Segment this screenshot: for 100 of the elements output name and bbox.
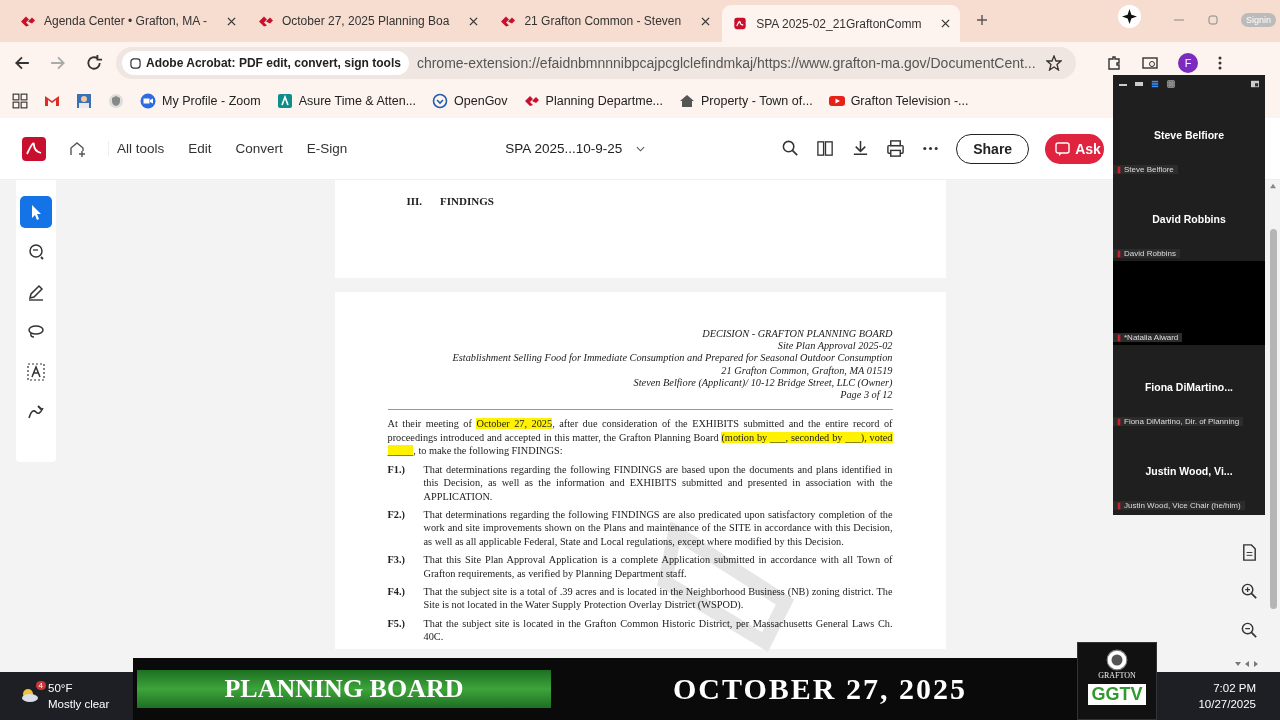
zoom-in-icon[interactable] [1239, 582, 1259, 601]
participant-name: Steve Belfiore [1153, 128, 1225, 141]
site-logo-icon [500, 14, 517, 28]
bookmark[interactable]: Asure Time & Atten... [276, 93, 417, 109]
comment-icon [26, 242, 46, 262]
mail-icon[interactable] [44, 93, 60, 109]
cloud-moon-icon [20, 687, 40, 703]
finding-label: F2.) [387, 507, 406, 522]
chevron-down-icon[interactable] [636, 145, 646, 152]
window-layout-icon[interactable] [1250, 80, 1260, 88]
new-tab-icon[interactable] [976, 14, 989, 26]
bookmark[interactable]: My Profile - Zoom [140, 93, 261, 109]
finding-text: That the subject site is a total of .39 acres and is located in the Neighborhood Business (NB) zoning district. The Site is not located in the Water Supply Protection Overlay District (WSPOD). [423, 584, 893, 612]
participant-label: Justin Wood, Vice Chair (he/him) [1113, 501, 1245, 510]
acrobat-logo-icon[interactable] [22, 136, 46, 161]
seal-icon [1106, 649, 1128, 671]
print-icon[interactable] [886, 139, 906, 158]
star-icon[interactable] [1046, 55, 1062, 71]
list-view-icon[interactable] [1150, 80, 1160, 88]
share-button[interactable]: Share [956, 133, 1030, 164]
reload-icon[interactable] [86, 55, 102, 71]
more-icon[interactable] [1218, 55, 1222, 71]
site-logo-icon [20, 14, 36, 28]
header-line: Page 3 of 12 [839, 389, 893, 402]
finding-text: That determinations regarding the following FINDINGS are based upon the documents and plans identified in this Decision, as well as the information and EXHIBITS submitted and presented in association with the APPLICATION. [423, 462, 893, 503]
search-icon[interactable] [781, 139, 801, 158]
cast-search-icon[interactable] [1142, 55, 1158, 71]
browser-tab[interactable]: October 27, 2025 Planning Boa [247, 5, 489, 37]
section-number: III. [406, 195, 423, 207]
participant-name: Fiona DiMartino... [1143, 380, 1235, 393]
header-line: Steven Belfiore (Applicant)/ 10-12 Bridge Street, LLC (Owner) [632, 376, 893, 389]
notification-badge: 4 [35, 681, 46, 690]
circle-logo-icon [432, 93, 449, 109]
close-icon[interactable] [226, 16, 236, 26]
menu-item[interactable]: E-Sign [306, 141, 348, 156]
participant-name: Justin Wood, Vi... [1144, 464, 1234, 477]
grid-view-icon[interactable] [1166, 80, 1176, 88]
browser-tab[interactable]: Agenda Center • Grafton, MA - [10, 5, 246, 37]
finding-label: F5.) [387, 616, 406, 631]
bookmark[interactable]: Property - Town of... [679, 93, 813, 109]
finding-text: That determinations regarding the following FINDINGS are also predicated upon satisfactory completion of the work and site improvements shown on the Plans and maintenance of the SITE in accordance with this Decision, as well as all applicable Federal, State and Local regulations, except where modified by this Decision. [423, 507, 893, 549]
participant-label: *Natalia Alward [1113, 333, 1183, 342]
finding-label: F1.) [387, 462, 406, 477]
participant-label: Fiona DiMartino, Dir. of Planning [1113, 417, 1244, 426]
zoom-out-icon[interactable] [1239, 621, 1259, 640]
muted-mic-icon [1117, 249, 1121, 258]
participant-name: David Robbins [1151, 212, 1227, 225]
section-heading: FINDINGS [440, 195, 494, 207]
finding-text: That the subject site is located in the Grafton Common Historic District, per Massachusetts General Laws Ch. 40C. [423, 616, 893, 644]
back-icon[interactable] [14, 55, 30, 71]
bookmark[interactable]: Planning Departme... [523, 93, 663, 109]
close-icon[interactable] [701, 16, 711, 26]
header-line: Site Plan Approval 2025-02 [776, 340, 893, 353]
browser-tab[interactable]: SPA 2025-02_21GraftonComm [722, 5, 961, 42]
document-title[interactable]: SPA 2025...10-9-25 [505, 141, 623, 156]
site-logo-icon [257, 14, 274, 28]
pdf-icon [732, 17, 749, 30]
muted-mic-icon [1117, 417, 1121, 426]
url-text: chrome-extension://efaidnbmnnnibpcajpcglclefindmkaj/https://www.grafton-ma.gov/DocumentCent... [416, 55, 1037, 71]
picture-icon[interactable] [76, 93, 92, 109]
extensions-icon[interactable] [1106, 55, 1122, 71]
scroll-thumb[interactable] [1269, 229, 1277, 609]
clock[interactable]: 7:02 PM 10/27/2025 [1198, 680, 1256, 712]
finding-text: That this Site Plan Approval Application is a complete Application submitted in accordance with all Town of Grafton requirements, as verified by Planning Department staff. [423, 553, 893, 580]
menu-item[interactable]: Edit [188, 141, 212, 156]
date-text: OCTOBER 27, 2025 [672, 672, 968, 706]
muted-mic-icon [1117, 165, 1121, 174]
site-logo-icon [523, 93, 540, 109]
menu-item[interactable]: Convert [235, 141, 283, 156]
close-icon[interactable] [469, 16, 479, 26]
play-icon [828, 93, 845, 109]
bookmark[interactable]: OpenGov [432, 93, 508, 109]
house-icon [679, 93, 695, 109]
menu-item[interactable]: All tools [117, 141, 165, 156]
video-camera-icon [140, 93, 156, 109]
title-plate: PLANNING BOARD [137, 670, 551, 708]
browser-tab[interactable]: 21 Grafton Common - Steven [490, 5, 721, 37]
participant-label: David Robbins [1113, 249, 1181, 258]
sparkle-icon[interactable] [1117, 5, 1141, 28]
header-line: 21 Grafton Common, Grafton, MA 01519 [720, 364, 893, 377]
apps-grid-icon[interactable] [12, 93, 28, 109]
muted-mic-icon [1117, 501, 1121, 510]
logo-text: GGTV [1088, 684, 1146, 705]
finding-label: F3.) [387, 553, 406, 568]
shield-icon[interactable] [108, 93, 124, 109]
pen-icon [26, 282, 46, 302]
header-line: Establishment Selling Food for Immediate Consumption and Prepared for Seasonal Outdoor Consumption [451, 352, 893, 365]
bookmark[interactable]: Grafton Television -... [828, 93, 969, 109]
text-box-icon [26, 362, 46, 382]
speaker-view-icon[interactable] [1134, 80, 1144, 88]
participant-label: Steve Belfiore [1113, 165, 1178, 174]
weather-widget[interactable]: 4 50°F Mostly clear [20, 680, 110, 712]
address-bar[interactable]: Adobe Acrobat: PDF edit, convert, sign tools chrome-extension://efaidnbmnnnibpcajpcglclefindmkaj/https://www.grafton-ma.gov/DocumentCent... [116, 47, 1076, 79]
finding-label: F4.) [387, 584, 406, 599]
profile-avatar[interactable]: F [1178, 53, 1198, 73]
pages-icon[interactable] [816, 139, 836, 158]
ask-button[interactable]: Ask [1045, 133, 1104, 164]
extension-chip[interactable]: Adobe Acrobat: PDF edit, convert, sign tools [122, 51, 409, 75]
logo-caption: GRAFTON [1098, 671, 1136, 680]
close-icon[interactable] [941, 19, 951, 28]
